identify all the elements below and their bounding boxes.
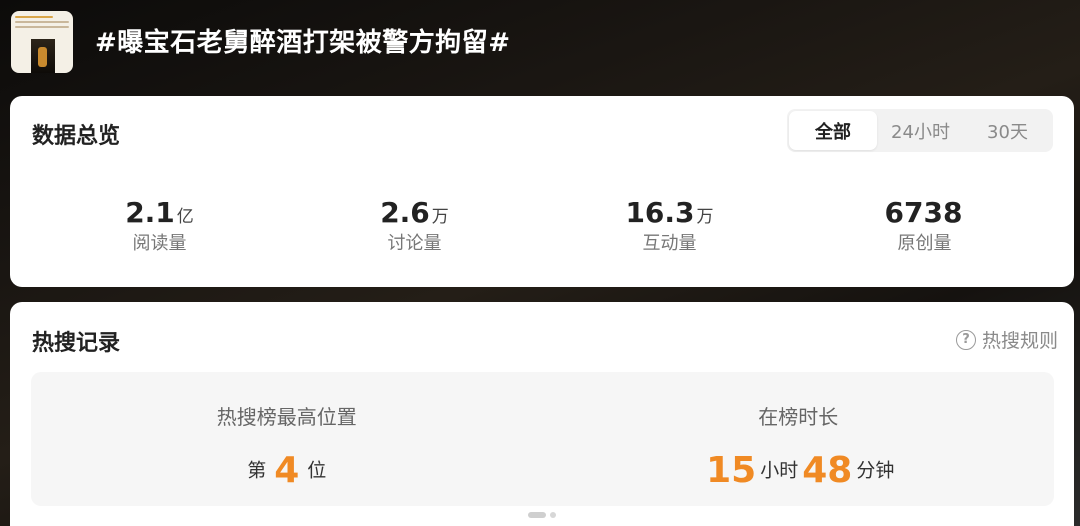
stat-reads: 2.1 亿 阅读量	[32, 194, 287, 258]
tab-30d[interactable]: 30天	[964, 111, 1051, 150]
duration-hours-unit: 小时	[760, 459, 799, 482]
stats-row: 2.1 亿 阅读量 2.6 万 讨论量 16.3 万 互动量 6738 原创量	[10, 194, 1074, 258]
stat-interactions: 16.3 万 互动量	[542, 194, 797, 258]
thumbnail-text-lines	[15, 16, 69, 36]
stat-unit: 万	[431, 207, 449, 227]
rank-number: 4	[274, 449, 300, 491]
duration-block: 在榜时长 15 小时 48 分钟	[543, 372, 1055, 506]
highest-rank-label: 热搜榜最高位置	[216, 405, 357, 429]
stat-value: 6738	[884, 196, 963, 229]
thumbnail-photo	[31, 39, 55, 73]
duration-hours: 15	[706, 449, 757, 491]
hot-search-record-card: 热搜记录 ? 热搜规则 热搜榜最高位置 第4位 在榜时长 15 小时 48 分钟	[10, 302, 1074, 526]
rank-suffix: 位	[307, 459, 327, 482]
highest-rank-block: 热搜榜最高位置 第4位	[31, 372, 543, 506]
topic-title: #曝宝石老舅醉酒打架被警方拘留#	[95, 28, 511, 58]
duration-minutes: 48	[802, 449, 853, 491]
data-overview-card: 数据总览 全部 24小时 30天 2.1 亿 阅读量 2.6 万 讨论量 16.3 万…	[10, 96, 1074, 287]
duration-minutes-unit: 分钟	[856, 459, 895, 482]
stat-value: 16.3	[625, 196, 695, 229]
stat-discussions: 2.6 万 讨论量	[287, 194, 542, 258]
time-range-segmented-control: 全部 24小时 30天	[787, 109, 1053, 152]
stat-label: 阅读量	[132, 233, 187, 254]
rank-prefix: 第	[247, 459, 267, 482]
tab-all[interactable]: 全部	[789, 111, 877, 150]
overview-title: 数据总览	[32, 124, 121, 149]
page-dot[interactable]	[550, 512, 556, 518]
stat-value: 2.6	[380, 196, 430, 229]
topic-thumbnail[interactable]	[11, 11, 73, 73]
stat-value: 2.1	[125, 196, 175, 229]
stat-label: 讨论量	[387, 233, 442, 254]
tab-24h[interactable]: 24小时	[877, 111, 964, 150]
question-circle-icon: ?	[955, 329, 976, 350]
duration-label: 在榜时长	[758, 405, 839, 429]
hot-search-rules-link[interactable]: ? 热搜规则	[955, 326, 1058, 353]
stat-label: 互动量	[642, 233, 697, 254]
topic-header: #曝宝石老舅醉酒打架被警方拘留#	[0, 0, 1080, 96]
hot-record-title: 热搜记录	[32, 331, 121, 356]
stat-unit: 亿	[176, 207, 194, 227]
page-dot-active[interactable]	[528, 512, 546, 518]
stat-originals: 6738 原创量	[797, 194, 1052, 258]
hot-record-panel: 热搜榜最高位置 第4位 在榜时长 15 小时 48 分钟	[31, 372, 1054, 506]
hot-search-rules-label: 热搜规则	[981, 330, 1058, 352]
stat-unit: 万	[696, 207, 714, 227]
page-indicator	[528, 512, 556, 518]
stat-label: 原创量	[897, 233, 952, 254]
